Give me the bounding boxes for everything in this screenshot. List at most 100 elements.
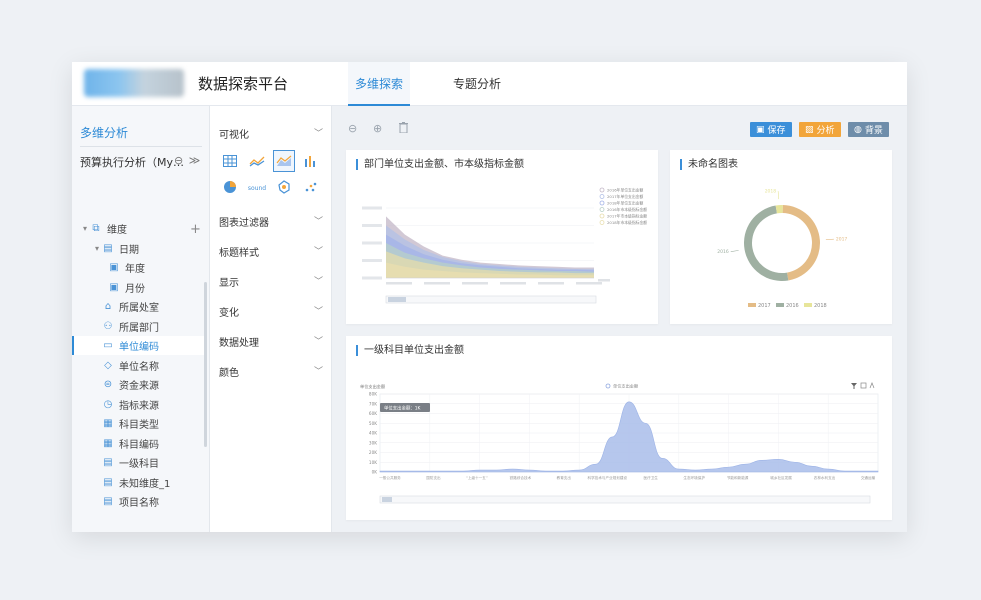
legend-label: 2017年市本级指标金额 [607,214,647,219]
section-label: 数据处理 [219,338,259,349]
dataset-name[interactable]: 预算执行分析（My… [80,154,184,170]
legend-label: 单位支出金额 [613,383,639,390]
tree-item[interactable]: ▣ 年度 [72,258,204,277]
brand-logo [84,69,184,97]
background-button-label: 背景 [864,126,883,136]
id-card-icon: ▭ [103,340,113,351]
map-icon[interactable] [273,176,295,198]
legend-label: 2018年市本级指标金额 [607,220,647,225]
tooltip-text: 单位支出金额：1K [384,405,421,412]
x-tick-label: 交通运输 [861,475,876,480]
tree-item[interactable]: ⚇ 所属部门 [72,317,204,336]
zoom-slider [379,495,871,504]
undo-icon[interactable]: ⊖ [348,122,357,135]
table-icon[interactable] [219,150,241,172]
sidebar-scrollbar[interactable] [204,282,207,447]
tree-item[interactable]: ◷ 指标来源 [72,395,204,414]
redo-icon[interactable]: ⊕ [373,122,382,135]
word-cloud-icon[interactable]: sound · [246,176,268,198]
tree-item[interactable]: ◇ 单位名称 [72,356,204,375]
grid-icon: ▦ [103,437,113,449]
x-tick-label-placeholder [462,282,488,285]
section-change[interactable]: 变化 ﹀ [219,304,323,319]
x-tick-label: 节能和新能源 [727,475,749,480]
legend-label: 2018 [814,303,827,309]
tree-item[interactable]: ▦ 科目类型 [72,414,204,433]
chart-card-dept-expense[interactable]: 部门单位支出金额、市本级指标金额 2016年单位支出金额 2017年单位支出金额 2… [346,150,658,324]
section-label: 图表过滤器 [219,218,269,229]
background-button[interactable]: ◍ 背景 [848,122,889,137]
donut-slice-2017 [782,205,820,281]
tree-item-label: 科目类型 [119,420,159,431]
scatter-icon[interactable] [300,176,322,198]
word-cloud-text: sound [248,185,266,192]
tree-item[interactable]: ▦ 科目编码 [72,434,204,453]
section-data-processing[interactable]: 数据处理 ﹀ [219,334,323,349]
cube-icon: ⧉ [92,223,100,234]
zoom-slider-handle [382,497,392,502]
section-label: 颜色 [219,368,239,379]
image-icon: ▨ [805,124,814,135]
collapse-panel-icon[interactable]: ≫ [189,154,201,167]
area-chart-icon[interactable] [273,150,295,172]
tab-multidim-explore[interactable]: 多维探索 [348,62,410,106]
save-button-label: 保存 [767,126,786,136]
date-field-icon: ▣ [109,262,119,273]
section-visualization[interactable]: 可视化 ﹀ [219,126,323,141]
tree-item-label: 所属部门 [119,322,159,334]
x-tick-label-placeholder [424,282,450,285]
money-icon: ⊜ [103,379,113,390]
more-options-icon[interactable]: ⊖ [174,154,183,167]
y-tick-label-placeholder [362,206,382,210]
tab-topic-analysis[interactable]: 专题分析 [442,62,512,106]
chart-card-first-level-subject[interactable]: 一级科目单位支出金额 单位支出金额 0K 10K 20K 30K 40K 50K 60K 70K… [346,336,892,520]
y-tick-label-placeholder [362,224,382,227]
donut-chart: 2017 2016 2018 2017 2016 2018 [717,189,847,309]
chart-card-unnamed[interactable]: 未命名图表 2017 2016 2018 2017 2016 2018 [670,150,892,324]
chevron-down-icon[interactable]: ▾ [80,224,90,233]
home-icon: ⌂ [104,301,112,312]
left-sidebar: 多维分析 预算执行分析（My… ⊖ ≫ + ▾ ⧉ 维度 ▾ ▤ 日期 ▣ 年度 ▣ 月份 ⌂ 所属处… [72,106,210,532]
y-tick-label: 50K [369,421,377,426]
palette-icon: ◍ [854,124,862,135]
tree-item[interactable]: ▾ ▤ 日期 [72,239,204,258]
chevron-down-icon: ﹀ [313,247,323,257]
tree-item-label: 年度 [125,264,145,275]
legend-marker [605,383,611,389]
trash-icon[interactable] [399,121,408,136]
y-tick-label: 40K [369,431,377,436]
tree-item[interactable]: ⌂ 所属处室 [72,297,204,316]
clock-icon: ◷ [103,398,113,410]
legend-marker [599,200,605,206]
legend-marker [599,187,605,193]
bar-chart-icon[interactable] [300,150,322,172]
section-chart-filter[interactable]: 图表过滤器 ﹀ [219,214,323,229]
x-tick-label: 生态环境保护 [683,475,705,480]
tree-item[interactable]: ▤ 项目名称 [72,492,204,511]
section-color[interactable]: 颜色 ﹀ [219,364,323,379]
zoom-slider [385,295,597,304]
legend-label: 2016年单位支出金额 [607,188,643,193]
axis-name-placeholder [598,279,610,282]
tree-item[interactable]: ⊜ 资金来源 [72,375,204,394]
pie-chart-icon[interactable] [219,176,241,198]
section-label: 标题样式 [219,248,259,259]
slice-label: 2018 [765,189,777,195]
tree-item[interactable]: ▾ ⧉ 维度 [72,219,204,238]
legend-marker [599,194,605,199]
analysis-button[interactable]: ▨ 分析 [799,122,841,137]
section-display[interactable]: 显示 ﹀ [219,274,323,289]
line-chart-icon[interactable] [246,150,268,172]
chevron-down-icon[interactable]: ▾ [92,244,102,253]
section-title-style[interactable]: 标题样式 ﹀ [219,244,323,259]
tree-item[interactable]: ▣ 月份 [72,278,204,297]
save-button[interactable]: ▣ 保存 [750,122,792,137]
legend-label: 2016年市本级指标金额 [607,207,647,212]
filter-icon [851,383,857,389]
y-tick-label: 80K [369,392,377,397]
tree-item[interactable]: ▭ 单位编码 [72,336,204,355]
tree-item[interactable]: ▤ 未知维度_1 [72,473,204,492]
tree-item[interactable]: ▤ 一级科目 [72,453,204,472]
legend-label: 2018年单位支出金额 [607,201,643,206]
x-tick-label-placeholder [386,282,412,285]
